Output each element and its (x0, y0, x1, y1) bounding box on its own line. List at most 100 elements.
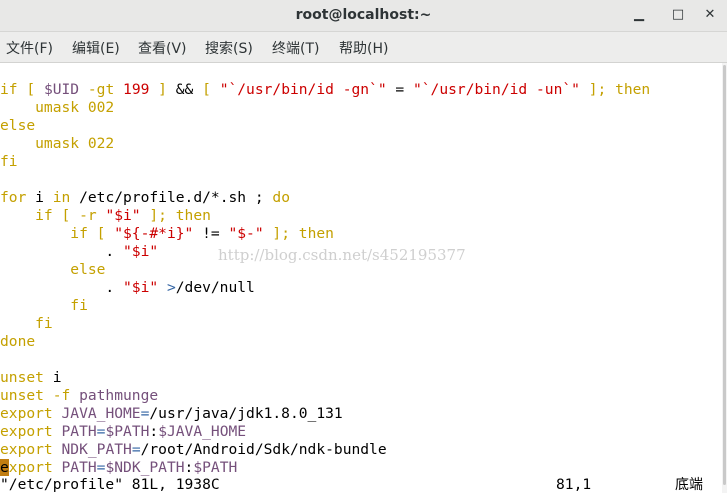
code-token: $NDK_PATH (105, 459, 185, 476)
terminal-line: umask 002 (0, 99, 114, 117)
terminal-line: export NDK_PATH=/root/Android/Sdk/ndk-bu… (0, 441, 387, 459)
code-token: $PATH (193, 459, 238, 476)
code-token: export (0, 405, 62, 422)
status-file-info: "/etc/profile" 81L, 1938C (0, 476, 220, 493)
code-token: JAVA_HOME (61, 405, 141, 422)
menu-bar: 文件(F) 编辑(E) 查看(V) 搜索(S) 终端(T) 帮助(H) (0, 32, 727, 63)
code-token: fi (0, 153, 18, 170)
code-token: . (0, 243, 124, 260)
code-token: : (149, 423, 159, 440)
terminal-line: if [ "${-#*i}" != "$-" ]; then (0, 225, 334, 243)
code-token: ] (149, 81, 176, 98)
code-token: /etc/profile.d/*.sh (79, 189, 255, 206)
terminal-line: fi (0, 315, 53, 333)
code-token: unset (0, 369, 53, 386)
code-token: then (298, 225, 334, 242)
code-token: i (52, 369, 62, 386)
code-token: PATH (61, 459, 97, 476)
menu-terminal[interactable]: 终端(T) (272, 38, 319, 58)
code-token: pathmunge (79, 387, 159, 404)
code-token: fi (0, 297, 88, 314)
status-line: "/etc/profile" 81L, 1938C 81,1 底端 (0, 476, 722, 493)
code-token: PATH (61, 423, 97, 440)
code-token: ; (254, 189, 273, 206)
code-token: export (0, 441, 62, 458)
code-token: xport (8, 459, 62, 476)
code-token: do (272, 189, 290, 206)
watermark-text: http://blog.csdn.net/s452195377 (218, 246, 466, 264)
status-scroll-position: 底端 (675, 477, 703, 493)
code-token: unset -f (0, 387, 80, 404)
code-token: else (0, 261, 106, 278)
code-token: if [ -r (0, 207, 106, 224)
code-token: != (193, 225, 229, 242)
code-token: = (131, 441, 141, 458)
terminal-line: fi (0, 297, 88, 315)
terminal-line: else (0, 117, 35, 135)
code-token: $JAVA_HOME (158, 423, 247, 440)
code-token: "$i" (123, 243, 159, 260)
code-token: 199 (123, 81, 150, 98)
terminal-line: export PATH=$NDK_PATH:$PATH (0, 459, 237, 477)
code-token: ]; (263, 225, 299, 242)
status-cursor-position: 81,1 (556, 476, 592, 493)
code-token: export (0, 423, 62, 440)
code-token: -gt (79, 81, 124, 98)
terminal-line: . "$i" >/dev/null (0, 279, 255, 297)
menu-search[interactable]: 搜索(S) (205, 38, 253, 58)
terminal-line: if [ -r "$i" ]; then (0, 207, 211, 225)
code-token: && (175, 81, 203, 98)
terminal-line: export PATH=$PATH:$JAVA_HOME (0, 423, 246, 441)
code-token: "$i" (105, 207, 141, 224)
code-token: "$-" (228, 225, 264, 242)
code-token: NDK_PATH (61, 441, 132, 458)
code-token: then (615, 81, 651, 98)
code-token: else (0, 117, 36, 134)
menu-file[interactable]: 文件(F) (6, 38, 53, 58)
maximize-button[interactable]: □ (667, 5, 689, 25)
terminal-line: else (0, 261, 105, 279)
terminal-line: unset i (0, 369, 62, 387)
code-token: $UID (43, 81, 80, 98)
code-token: > (158, 279, 176, 296)
code-token: $PATH (105, 423, 150, 440)
code-token: umask 002 (0, 99, 115, 116)
terminal-line: umask 022 (0, 135, 114, 153)
text-cursor: e (0, 459, 9, 476)
scrollbar-thumb[interactable] (723, 65, 726, 485)
code-token: "$i" (123, 279, 159, 296)
code-token: "${-#*i}" (114, 225, 194, 242)
menu-edit[interactable]: 编辑(E) (72, 38, 120, 58)
code-token: ]; (579, 81, 616, 98)
scrollbar[interactable] (722, 63, 727, 493)
code-token: [ (202, 81, 220, 98)
code-token: "`/usr/bin/id -gn`" (219, 81, 387, 98)
minimize-button[interactable]: ▁ (628, 5, 650, 25)
terminal-line: fi (0, 153, 18, 171)
code-token: fi (0, 315, 53, 332)
code-token: = (386, 81, 413, 98)
code-token: /root/Android/Sdk/ndk-bundle (140, 441, 387, 458)
close-button[interactable]: ✕ (699, 5, 721, 25)
terminal-line: unset -f pathmunge (0, 387, 158, 405)
code-token: if [ (0, 225, 115, 242)
code-token: /dev/null (175, 279, 255, 296)
code-token: ]; (140, 207, 176, 224)
terminal-view[interactable]: http://blog.csdn.net/s452195377 "/etc/pr… (0, 63, 722, 493)
code-token: if [ (0, 81, 44, 98)
code-token: /usr/java/jdk1.8.0_131 (149, 405, 343, 422)
code-token: for (0, 189, 36, 206)
terminal-line: export JAVA_HOME=/usr/java/jdk1.8.0_131 (0, 405, 343, 423)
code-token: umask 022 (0, 135, 115, 152)
title-bar: root@localhost:~ ▁ □ ✕ (0, 0, 727, 32)
code-token: done (0, 333, 36, 350)
terminal-line: done (0, 333, 35, 351)
menu-view[interactable]: 查看(V) (138, 38, 187, 58)
menu-help[interactable]: 帮助(H) (339, 38, 388, 58)
code-token: . (0, 279, 124, 296)
terminal-line: for i in /etc/profile.d/*.sh ; do (0, 189, 290, 207)
code-token: "`/usr/bin/id -un`" (412, 81, 580, 98)
code-token: i (35, 189, 44, 206)
terminal-line: . "$i" (0, 243, 158, 261)
window-title: root@localhost:~ (295, 7, 432, 23)
